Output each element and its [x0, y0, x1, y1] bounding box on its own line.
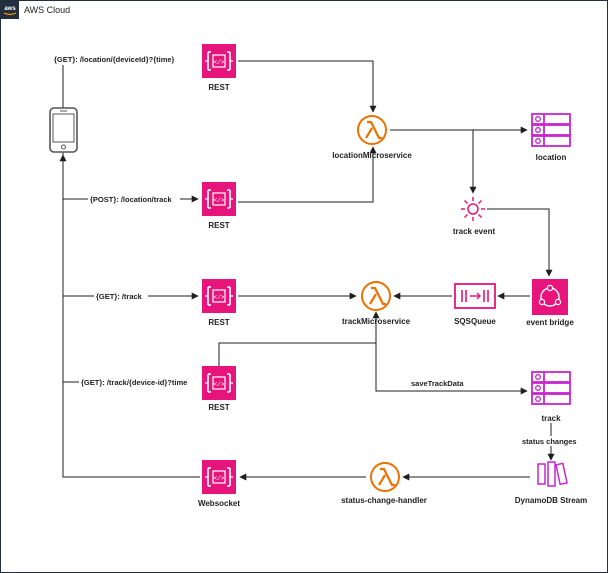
svg-text:location: location [536, 153, 567, 162]
svg-text:{GET}: /track/{device-id}?time: {GET}: /track/{device-id}?time [81, 378, 187, 387]
svg-text:REST: REST [208, 403, 229, 412]
svg-text:status-change-handler: status-change-handler [341, 496, 427, 505]
svg-text:trackMicroservice: trackMicroservice [342, 317, 411, 326]
svg-text:aws: aws [4, 6, 16, 12]
edge-label-status-changes: status changes [520, 436, 582, 446]
svg-text:{GET}: /location/{deviceId}?{t: {GET}: /location/{deviceId}?{time} [54, 55, 175, 64]
svg-text:Websocket: Websocket [198, 499, 240, 508]
mobile-phone-icon[interactable] [49, 107, 78, 153]
svg-text:SQSQueue: SQSQueue [454, 317, 496, 326]
svg-text:REST: REST [208, 221, 229, 230]
edge-label-get-track-id: {GET}: /track/{device-id}?time [79, 377, 201, 387]
api-gateway-icon [201, 459, 237, 495]
edge-label-get-track: {GET}: /track [94, 291, 148, 301]
edge-label-get-location: {GET}: /location/{deviceId}?{time} [52, 55, 210, 65]
event-bridge[interactable]: event bridge [526, 279, 574, 327]
api-gateway-icon [201, 43, 237, 79]
svg-text:DynamoDB Stream: DynamoDB Stream [515, 496, 587, 505]
svg-text:{GET}: /track: {GET}: /track [96, 292, 143, 301]
api-gateway-icon [201, 365, 237, 401]
aws-logo-icon: aws [1, 1, 19, 19]
diagram-canvas: </> aws AWS Cloud [0, 0, 608, 573]
svg-text:{POST}: /location/track: {POST}: /location/track [90, 195, 173, 204]
svg-text:locationMicroservice: locationMicroservice [332, 151, 412, 160]
aws-cloud-title: AWS Cloud [24, 5, 70, 15]
svg-text:REST: REST [208, 83, 229, 92]
websocket-api[interactable]: Websocket [198, 459, 240, 508]
eventbridge-icon [532, 279, 568, 315]
svg-text:status changes: status changes [522, 437, 577, 446]
api-gateway-icon [201, 181, 237, 217]
architecture-diagram: </> aws AWS Cloud [0, 0, 608, 573]
svg-text:event bridge: event bridge [526, 318, 574, 327]
svg-text:REST: REST [208, 318, 229, 327]
aws-cloud-frame [0, 0, 608, 573]
edge-label-save-track: saveTrackData [411, 379, 464, 388]
api-gateway-icon [201, 278, 237, 314]
svg-text:track: track [541, 414, 561, 423]
svg-text:track event: track event [453, 227, 496, 236]
edge-label-post-location: {POST}: /location/track [88, 194, 180, 204]
